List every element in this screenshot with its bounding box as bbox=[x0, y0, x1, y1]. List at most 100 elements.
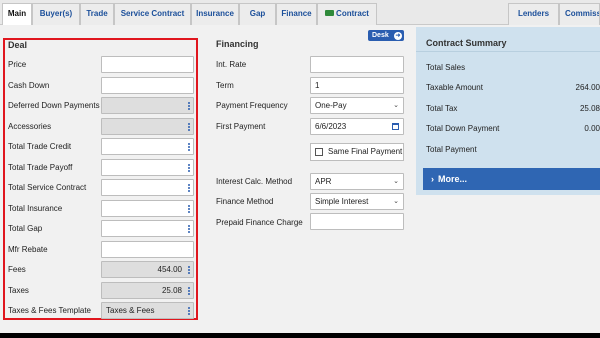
total-service-contract-label: Total Service Contract bbox=[8, 183, 87, 192]
tab-service-contract[interactable]: Service Contract bbox=[114, 3, 191, 25]
more-options-icon[interactable] bbox=[188, 123, 190, 131]
more-options-icon[interactable] bbox=[188, 102, 190, 110]
desk-button-label: Desk bbox=[372, 32, 389, 39]
total-down-payment-value: 0.00 bbox=[584, 124, 600, 133]
tab-label: Trade bbox=[86, 9, 108, 18]
more-options-icon[interactable] bbox=[188, 287, 190, 295]
more-button-label: More... bbox=[438, 174, 468, 184]
accessories-label: Accessories bbox=[8, 122, 52, 131]
financing-title: Financing bbox=[216, 39, 259, 49]
interest-calc-method-select[interactable]: APR ⌄ bbox=[310, 173, 404, 190]
chevron-down-icon: ⌄ bbox=[393, 102, 399, 109]
cash-down-label: Cash Down bbox=[8, 81, 50, 90]
bottom-edge bbox=[0, 333, 600, 338]
tab-commissions[interactable]: Commissi bbox=[559, 3, 600, 25]
tab-buyers[interactable]: Buyer(s) bbox=[32, 3, 80, 25]
price-label: Price bbox=[8, 60, 27, 69]
taxes-value: 25.08 bbox=[161, 286, 182, 295]
payment-frequency-value: One-Pay bbox=[315, 101, 347, 110]
finance-method-select[interactable]: Simple Interest ⌄ bbox=[310, 193, 404, 210]
more-options-icon[interactable] bbox=[188, 143, 190, 151]
prepaid-finance-charge-label: Prepaid Finance Charge bbox=[216, 218, 303, 227]
total-trade-credit-field[interactable] bbox=[101, 138, 194, 155]
more-button[interactable]: › More... bbox=[423, 168, 600, 190]
total-insurance-label: Total Insurance bbox=[8, 204, 63, 213]
same-final-payment-label: Same Final Payment bbox=[328, 147, 403, 156]
deferred-down-field[interactable] bbox=[101, 97, 194, 114]
chevron-down-icon: ⌄ bbox=[393, 198, 399, 205]
term-input[interactable]: 1 bbox=[310, 77, 404, 94]
total-payment-label: Total Payment bbox=[426, 145, 477, 154]
taxes-fees-template-value: Taxes & Fees bbox=[106, 306, 155, 315]
interest-calc-method-label: Interest Calc. Method bbox=[216, 177, 293, 186]
prepaid-finance-charge-input[interactable] bbox=[310, 213, 404, 230]
more-options-icon[interactable] bbox=[188, 307, 190, 315]
tab-contract[interactable]: Contract bbox=[317, 3, 377, 25]
tab-finance[interactable]: Finance bbox=[276, 3, 317, 25]
taxable-amount-value: 264.00 bbox=[575, 83, 600, 92]
more-options-icon[interactable] bbox=[188, 205, 190, 213]
total-trade-payoff-label: Total Trade Payoff bbox=[8, 163, 73, 172]
more-options-icon[interactable] bbox=[188, 164, 190, 172]
more-options-icon[interactable] bbox=[188, 266, 190, 274]
tab-label: Insurance bbox=[196, 9, 234, 18]
same-final-payment-field: Same Final Payment bbox=[310, 143, 404, 161]
term-label: Term bbox=[216, 81, 234, 90]
total-trade-payoff-field[interactable] bbox=[101, 159, 194, 176]
tab-label: Contract bbox=[336, 9, 369, 18]
tab-label: Gap bbox=[249, 9, 266, 18]
tab-insurance[interactable]: Insurance bbox=[191, 3, 239, 25]
total-down-payment-label: Total Down Payment bbox=[426, 124, 500, 133]
tab-gap[interactable]: Gap bbox=[239, 3, 276, 25]
first-payment-date-input[interactable]: 6/6/2023 bbox=[310, 118, 404, 135]
total-insurance-field[interactable] bbox=[101, 200, 194, 217]
more-options-icon[interactable] bbox=[188, 225, 190, 233]
fees-field[interactable]: 454.00 bbox=[101, 261, 194, 278]
price-input[interactable] bbox=[101, 56, 194, 73]
taxes-fees-template-field[interactable]: Taxes & Fees bbox=[101, 302, 194, 319]
int-rate-label: Int. Rate bbox=[216, 60, 247, 69]
money-icon bbox=[325, 9, 335, 16]
arrow-right-icon: ➜ bbox=[394, 31, 402, 40]
app-frame: Main Buyer(s) Trade Service Contract Ins… bbox=[0, 0, 600, 338]
desk-button[interactable]: Desk ➜ bbox=[368, 30, 404, 41]
contract-summary-title: Contract Summary bbox=[426, 38, 507, 48]
total-gap-field[interactable] bbox=[101, 220, 194, 237]
deal-title: Deal bbox=[8, 40, 28, 50]
deferred-down-label: Deferred Down Payments bbox=[8, 101, 100, 110]
taxes-field[interactable]: 25.08 bbox=[101, 282, 194, 299]
cash-down-input[interactable] bbox=[101, 77, 194, 94]
chevron-down-icon: ⌄ bbox=[393, 178, 399, 185]
tab-label: Buyer(s) bbox=[39, 9, 73, 18]
taxes-fees-template-label: Taxes & Fees Template bbox=[8, 306, 92, 315]
more-options-icon[interactable] bbox=[188, 184, 190, 192]
tab-lenders[interactable]: Lenders bbox=[508, 3, 559, 25]
taxes-label: Taxes bbox=[8, 286, 29, 295]
tab-label: Commissi bbox=[565, 9, 600, 18]
accessories-field[interactable] bbox=[101, 118, 194, 135]
tab-trade[interactable]: Trade bbox=[80, 3, 114, 25]
tab-label: Finance bbox=[281, 9, 312, 18]
calendar-icon[interactable] bbox=[392, 123, 399, 130]
total-trade-credit-label: Total Trade Credit bbox=[8, 142, 72, 151]
total-sales-label: Total Sales bbox=[426, 63, 466, 72]
tab-label: Lenders bbox=[517, 9, 550, 18]
chevron-right-icon: › bbox=[431, 174, 434, 184]
tab-label: Service Contract bbox=[120, 9, 185, 18]
taxable-amount-label: Taxable Amount bbox=[426, 83, 483, 92]
total-tax-value: 25.08 bbox=[579, 104, 600, 113]
payment-frequency-select[interactable]: One-Pay ⌄ bbox=[310, 97, 404, 114]
fees-value: 454.00 bbox=[157, 265, 182, 274]
finance-method-label: Finance Method bbox=[216, 197, 274, 206]
divider bbox=[416, 51, 600, 52]
finance-method-value: Simple Interest bbox=[315, 197, 369, 206]
same-final-payment-checkbox[interactable] bbox=[315, 148, 323, 156]
tab-bar: Main Buyer(s) Trade Service Contract Ins… bbox=[0, 0, 600, 26]
mfr-rebate-input[interactable] bbox=[101, 241, 194, 258]
total-tax-label: Total Tax bbox=[426, 104, 458, 113]
tab-main[interactable]: Main bbox=[2, 3, 32, 26]
tab-label: Main bbox=[7, 9, 27, 18]
total-gap-label: Total Gap bbox=[8, 224, 43, 233]
total-service-contract-field[interactable] bbox=[101, 179, 194, 196]
int-rate-input[interactable] bbox=[310, 56, 404, 73]
